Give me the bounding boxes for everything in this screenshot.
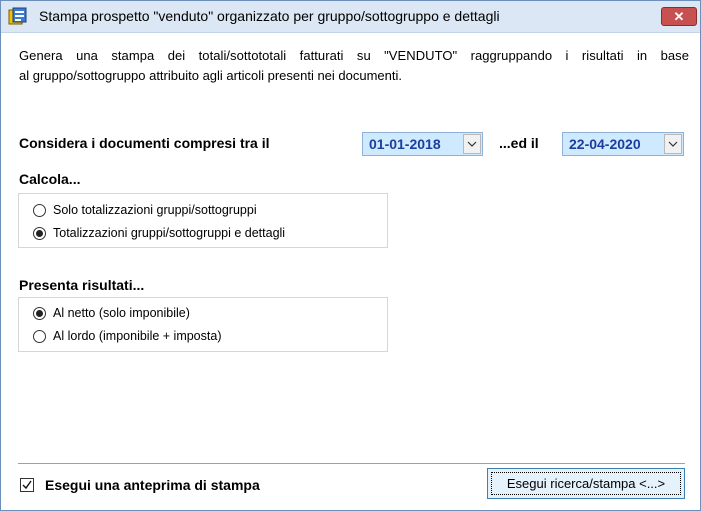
radio-dettagli[interactable] — [33, 226, 46, 240]
close-icon: ✕ — [673, 9, 685, 24]
window-title: Stampa prospetto "venduto" organizzato p… — [39, 8, 500, 24]
title-bar[interactable]: Stampa prospetto "venduto" organizzato p… — [1, 1, 700, 33]
dialog-window: Stampa prospetto "venduto" organizzato p… — [0, 0, 701, 511]
date-from-value: 01-01-2018 — [369, 136, 441, 152]
presenta-option-lordo[interactable]: Al lordo (imponibile + imposta) — [33, 327, 221, 345]
date-range-label: Considera i documenti compresi tra il — [19, 135, 270, 151]
date-to-dropdown-button[interactable] — [664, 134, 682, 154]
date-from-picker[interactable]: 01-01-2018 — [362, 132, 483, 156]
presenta-title: Presenta risultati... — [19, 277, 145, 293]
date-to-value: 22-04-2020 — [569, 136, 641, 152]
checkmark-icon — [22, 480, 32, 490]
calcola-option-dettagli[interactable]: Totalizzazioni gruppi/sottogruppi e dett… — [33, 224, 285, 242]
calcola-option-dettagli-label: Totalizzazioni gruppi/sottogruppi e dett… — [53, 226, 286, 240]
run-search-print-button[interactable]: Esegui ricerca/stampa <...> — [487, 468, 685, 499]
presenta-group: Al netto (solo imponibile) Al lordo (imp… — [18, 297, 388, 352]
preview-checkbox-row[interactable]: Esegui una anteprima di stampa — [20, 475, 260, 495]
chevron-down-icon — [668, 141, 678, 147]
preview-checkbox[interactable] — [20, 478, 34, 492]
presenta-option-netto-label: Al netto (solo imponibile) — [53, 306, 190, 320]
close-button[interactable]: ✕ — [661, 7, 697, 26]
run-search-print-label: Esegui ricerca/stampa <...> — [506, 476, 666, 491]
date-to-picker[interactable]: 22-04-2020 — [562, 132, 684, 156]
footer-divider — [18, 463, 685, 464]
chevron-down-icon — [467, 141, 477, 147]
date-from-dropdown-button[interactable] — [463, 134, 481, 154]
radio-solo[interactable] — [33, 203, 46, 217]
calcola-title: Calcola... — [19, 171, 81, 187]
description-text: Genera una stampa dei totali/sottototali… — [19, 46, 689, 86]
description-line-1: Genera una stampa dei totali/sottototali… — [19, 48, 689, 63]
description-line-2: al gruppo/sottogruppo attribuito agli ar… — [19, 68, 403, 83]
radio-lordo[interactable] — [33, 329, 46, 343]
calcola-option-solo[interactable]: Solo totalizzazioni gruppi/sottogruppi — [33, 201, 257, 219]
calcola-group: Solo totalizzazioni gruppi/sottogruppi T… — [18, 193, 388, 248]
preview-checkbox-label: Esegui una anteprima di stampa — [45, 477, 260, 493]
date-to-label: ...ed il — [499, 135, 539, 151]
radio-netto[interactable] — [33, 306, 46, 320]
app-icon — [8, 7, 28, 26]
presenta-option-lordo-label: Al lordo (imponibile + imposta) — [53, 329, 222, 343]
calcola-option-solo-label: Solo totalizzazioni gruppi/sottogruppi — [53, 203, 257, 217]
presenta-option-netto[interactable]: Al netto (solo imponibile) — [33, 304, 190, 322]
